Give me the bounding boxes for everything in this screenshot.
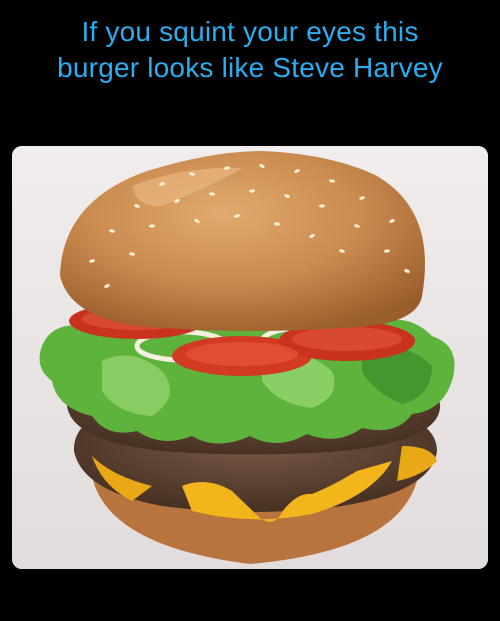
- tomato-inner-right: [292, 327, 402, 351]
- meme-caption: If you squint your eyes this burger look…: [0, 14, 500, 86]
- tomato-inner-center: [186, 342, 298, 366]
- meme-canvas: If you squint your eyes this burger look…: [0, 0, 500, 621]
- caption-line-1: If you squint your eyes this: [81, 16, 419, 47]
- caption-line-2: burger looks like Steve Harvey: [57, 52, 443, 83]
- burger-photo: [12, 146, 488, 569]
- burger-illustration: [12, 146, 488, 569]
